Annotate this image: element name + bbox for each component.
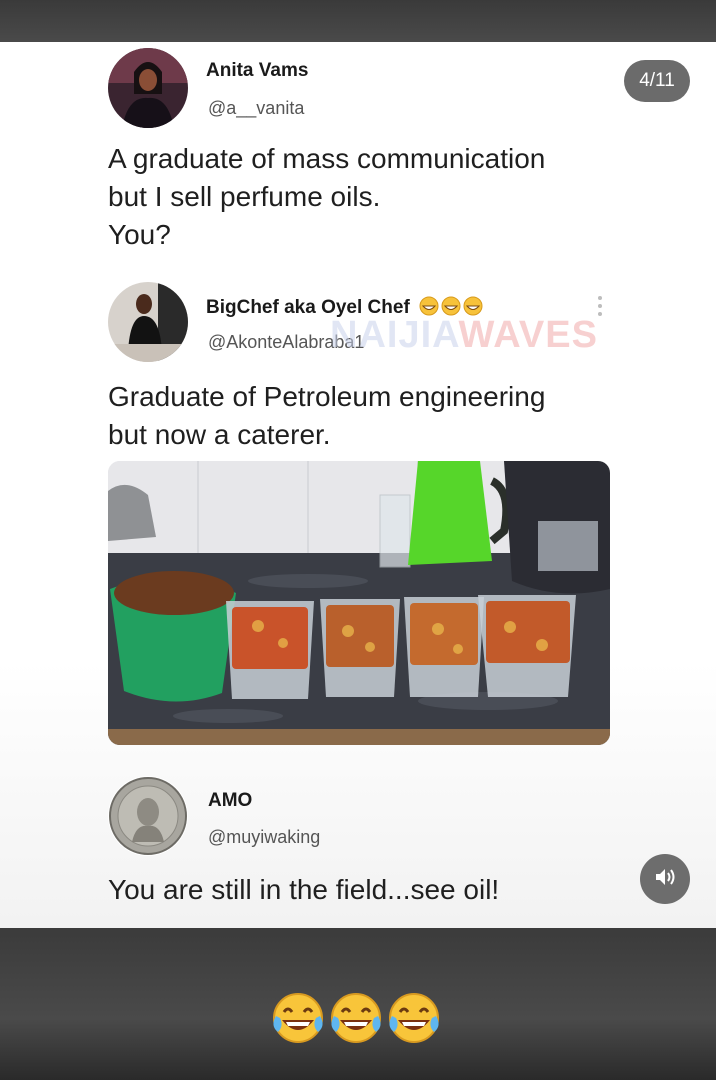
tweet-text: Graduate of Petroleum engineering but no… (108, 378, 545, 454)
author-name[interactable]: AMO (208, 790, 252, 812)
author-handle[interactable]: @a__vanita (208, 98, 304, 119)
avatar-amo[interactable] (108, 776, 188, 856)
watermark: NAIJIAWAVES (330, 314, 598, 357)
watermark-part: NAIJIA (330, 314, 459, 356)
author-handle[interactable]: @muyiwaking (208, 827, 320, 848)
laughing-tears-emoji-icon (270, 990, 326, 1050)
avatar-anita[interactable] (108, 48, 188, 128)
author-name[interactable]: Anita Vams (206, 60, 308, 82)
tweet-text: A graduate of mass communication but I s… (108, 140, 545, 254)
sound-icon (654, 867, 676, 892)
sound-button[interactable] (640, 854, 690, 904)
tweet-line: You are still in the field...see oil! (108, 874, 500, 905)
tweet-line: but I sell perfume oils. (108, 181, 381, 212)
watermark-part: WAVES (458, 314, 598, 356)
tweet-line: You? (108, 219, 171, 250)
laughing-tears-emoji-icon (328, 990, 384, 1050)
tweet-line: Graduate of Petroleum engineering (108, 381, 546, 412)
tweet-text: You are still in the field...see oil! (108, 871, 499, 909)
tweet-line: but now a caterer. (108, 419, 331, 450)
tweet-line: A graduate of mass communication (108, 143, 546, 174)
caption-emojis (270, 990, 450, 1050)
food-photo[interactable] (108, 461, 610, 745)
top-strip (0, 0, 716, 42)
laughing-tears-emoji-icon (386, 990, 442, 1050)
avatar-bigchef[interactable] (108, 282, 188, 362)
tweet-screenshot-card: Anita Vams @a__vanita 4/11 A graduate of… (0, 42, 716, 928)
page-counter: 4/11 (624, 60, 690, 102)
